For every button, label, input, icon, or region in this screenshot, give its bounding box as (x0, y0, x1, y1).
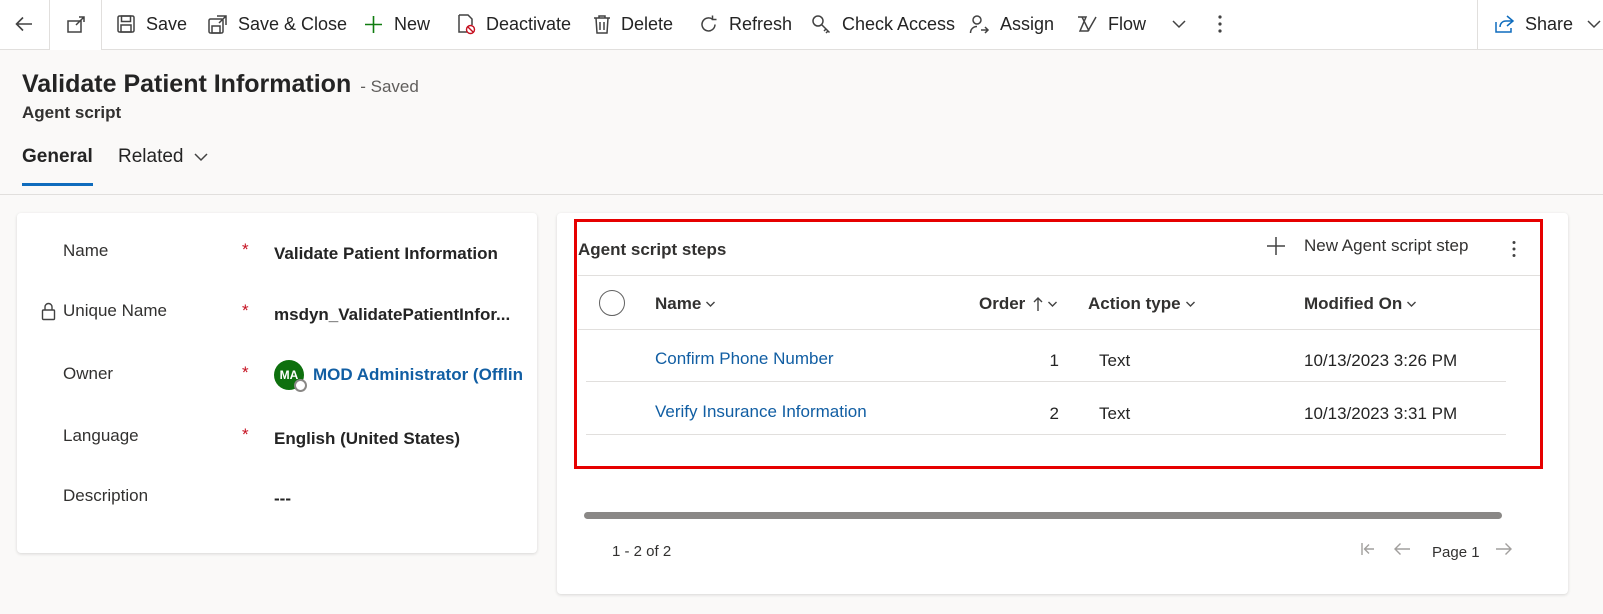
share-button[interactable]: Share (1494, 0, 1601, 48)
chevron-down-icon (1172, 20, 1186, 29)
new-button[interactable]: New (363, 0, 430, 48)
chevron-down-icon (1587, 20, 1601, 29)
save-status: - Saved (360, 77, 419, 96)
lock-icon (41, 302, 56, 320)
tab-related[interactable]: Related (118, 146, 208, 168)
entity-name: Agent script (22, 103, 122, 122)
more-commands-button[interactable] (1205, 0, 1235, 48)
new-label: New (394, 13, 431, 34)
required-indicator: * (242, 425, 249, 444)
key-icon (812, 14, 831, 34)
command-bar: Save Save & Close New Deactivate Delete … (0, 0, 1603, 50)
trash-icon (594, 14, 610, 34)
previous-page-button[interactable] (1393, 542, 1411, 556)
arrow-left-icon (1394, 543, 1410, 555)
page-indicator: Page 1 (1432, 544, 1480, 561)
assign-label: Assign (1000, 13, 1055, 34)
popout-icon (66, 16, 85, 33)
check-access-label: Check Access (842, 13, 956, 34)
refresh-label: Refresh (729, 13, 793, 34)
record-header: Validate Patient Information - Saved (22, 70, 419, 99)
owner-label: Owner (63, 364, 113, 384)
unique-name-label-text: Unique Name (63, 301, 167, 320)
owner-link[interactable]: MOD Administrator (Offlin (313, 365, 523, 385)
description-label: Description (63, 486, 148, 506)
horizontal-scrollbar[interactable] (584, 512, 1502, 519)
deactivate-button[interactable]: Deactivate (456, 0, 571, 48)
flow-label: Flow (1108, 13, 1147, 34)
required-indicator: * (242, 363, 249, 382)
refresh-button[interactable]: Refresh (698, 0, 792, 48)
flow-button[interactable]: Flow (1076, 0, 1186, 48)
delete-label: Delete (621, 13, 674, 34)
share-divider (1477, 0, 1478, 50)
page-title: Validate Patient Information (22, 70, 352, 98)
save-button[interactable]: Save (116, 0, 187, 48)
assign-button[interactable]: Assign (969, 0, 1054, 48)
check-access-button[interactable]: Check Access (811, 0, 955, 48)
owner-field[interactable]: MA MOD Administrator (Offlin (274, 360, 523, 392)
plus-icon (365, 15, 382, 33)
language-label: Language (63, 426, 139, 446)
description-field[interactable]: --- (274, 489, 291, 509)
chevron-down-icon (193, 153, 208, 162)
more-vertical-icon (1218, 15, 1222, 33)
save-and-close-label: Save & Close (238, 13, 348, 34)
tab-related-label: Related (118, 146, 184, 167)
refresh-icon (701, 15, 717, 32)
description-label-text: Description (63, 486, 149, 505)
unique-name-field[interactable]: msdyn_ValidatePatientInfor... (274, 305, 510, 325)
open-in-new-window-button[interactable] (49, 0, 102, 50)
language-label-text: Language (63, 426, 139, 445)
language-field[interactable]: English (United States) (274, 429, 460, 449)
name-label: Name (63, 241, 108, 261)
name-label-text: Name (63, 241, 109, 260)
save-icon (117, 15, 135, 33)
first-page-button[interactable] (1360, 542, 1376, 556)
tab-general-label: General (22, 146, 93, 167)
deactivate-icon (458, 14, 476, 35)
name-field[interactable]: Validate Patient Information (274, 244, 498, 264)
required-indicator: * (242, 301, 249, 320)
assign-icon (969, 14, 990, 34)
owner-label-text: Owner (63, 364, 114, 383)
arrow-right-icon (1496, 543, 1512, 555)
back-button[interactable] (0, 0, 48, 48)
save-label: Save (146, 13, 188, 34)
record-count: 1 - 2 of 2 (612, 543, 672, 560)
required-indicator: * (242, 240, 249, 259)
unique-name-label: Unique Name (40, 301, 167, 321)
save-and-close-button[interactable]: Save & Close (207, 0, 347, 48)
avatar: MA (274, 360, 307, 392)
deactivate-label: Deactivate (486, 13, 572, 34)
save-close-icon (208, 14, 227, 34)
share-icon (1495, 15, 1515, 33)
tab-general[interactable]: General (22, 146, 93, 168)
general-form-section: Name * Validate Patient Information Uniq… (17, 213, 537, 553)
presence-icon (294, 379, 307, 392)
share-label: Share (1525, 13, 1574, 34)
first-page-icon (1361, 543, 1374, 555)
selected-tab-indicator (22, 183, 93, 186)
highlight-box (574, 219, 1543, 469)
arrow-left-icon (15, 16, 32, 32)
flow-icon (1078, 16, 1097, 32)
delete-button[interactable]: Delete (593, 0, 673, 48)
header-divider (0, 194, 1603, 195)
next-page-button[interactable] (1495, 542, 1513, 556)
